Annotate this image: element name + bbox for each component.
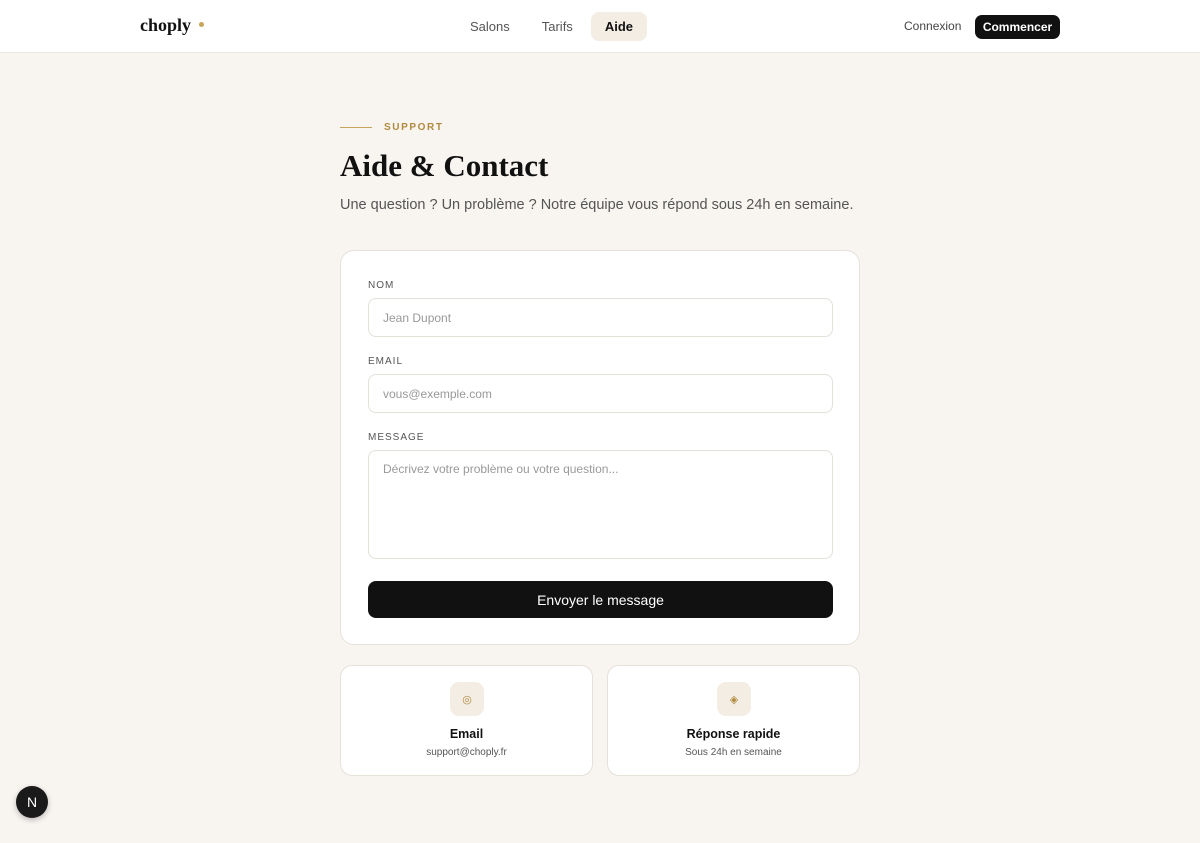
nav-item-tarifs[interactable]: Tarifs (528, 12, 587, 41)
email-label: EMAIL (368, 356, 404, 367)
email-input[interactable] (368, 374, 833, 413)
nav-item-salons[interactable]: Salons (456, 12, 524, 41)
name-label: NOM (368, 280, 395, 291)
page-title: Aide & Contact (340, 148, 549, 183)
n-badge-button[interactable]: N (16, 786, 48, 818)
login-link[interactable]: Connexion (904, 19, 961, 33)
name-input[interactable] (368, 298, 833, 337)
main-nav: Salons Tarifs Aide (456, 12, 647, 41)
message-label: MESSAGE (368, 432, 425, 443)
quick-response-info-card: ◈ Réponse rapide Sous 24h en semaine (607, 665, 860, 776)
start-button[interactable]: Commencer (975, 15, 1060, 39)
message-textarea[interactable] (368, 450, 833, 559)
n-badge-label: N (26, 794, 38, 810)
eyebrow-text: SUPPORT (384, 122, 444, 133)
send-message-button[interactable]: Envoyer le message (368, 581, 833, 618)
eyebrow-line (340, 127, 372, 128)
logo-text: choply (140, 15, 192, 35)
info-title-response: Réponse rapide (686, 727, 781, 741)
quick-response-icon: ◈ (717, 682, 751, 716)
email-icon: ◎ (450, 682, 484, 716)
nav-item-aide[interactable]: Aide (590, 12, 647, 41)
contact-form-card: NOM EMAIL MESSAGE Envoyer le message (340, 250, 860, 645)
email-info-card: ◎ Email support@choply.fr (340, 665, 593, 776)
section-eyebrow: SUPPORT (340, 122, 444, 133)
top-navbar: choply Salons Tarifs Aide Connexion Comm… (0, 0, 1200, 53)
logo[interactable]: choply (140, 15, 205, 36)
info-subtitle-response: Sous 24h en semaine (685, 747, 782, 758)
page-subtitle: Une question ? Un problème ? Notre équip… (340, 197, 854, 213)
info-subtitle-email: support@choply.fr (426, 747, 507, 758)
logo-dot (199, 22, 205, 27)
info-title-email: Email (449, 727, 484, 741)
